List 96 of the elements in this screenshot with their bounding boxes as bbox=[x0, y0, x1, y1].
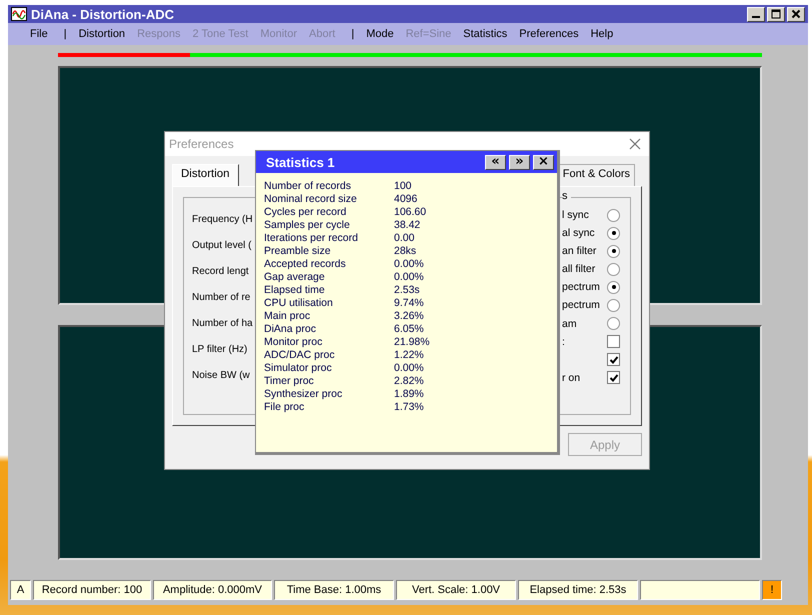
title-button[interactable]: » bbox=[509, 154, 530, 170]
stat-label: Monitor proc bbox=[264, 336, 324, 349]
title-button[interactable]: « bbox=[485, 154, 506, 170]
radio-button[interactable] bbox=[607, 244, 620, 258]
window-title: DiAna - Distortion-ADC bbox=[31, 6, 175, 22]
stat-value: 1.73% bbox=[394, 401, 424, 414]
radio-button[interactable] bbox=[607, 280, 620, 294]
minimize-button[interactable] bbox=[747, 6, 765, 22]
radio-button[interactable] bbox=[607, 317, 620, 330]
close-button[interactable] bbox=[787, 6, 805, 22]
stat-label: Elapsed time bbox=[264, 284, 326, 297]
menu-separator: | bbox=[64, 28, 67, 40]
waveform-icon bbox=[11, 7, 27, 21]
stat-label: Gap average bbox=[264, 271, 326, 284]
stat-value: 28ks bbox=[394, 245, 416, 258]
status-cell: Vert. Scale: 1.00V bbox=[396, 580, 516, 600]
stat-label: Nominal record size bbox=[264, 193, 358, 206]
menu-item[interactable]: Mode bbox=[366, 28, 394, 40]
checkbox[interactable] bbox=[607, 371, 620, 384]
stat-value: 100 bbox=[394, 180, 412, 193]
menu-item[interactable]: Statistics bbox=[463, 28, 508, 40]
stat-value: 0.00% bbox=[394, 271, 424, 284]
menu-item[interactable]: File bbox=[30, 28, 48, 40]
dialog-title: Preferences bbox=[169, 137, 234, 151]
stat-label: Accepted records bbox=[264, 258, 347, 271]
stat-label: Simulator proc bbox=[264, 362, 333, 375]
stat-label: Synthesizer proc bbox=[264, 388, 344, 401]
status-cell: Elapsed time: 2.53s bbox=[518, 580, 638, 600]
radio-button[interactable] bbox=[607, 298, 620, 312]
stat-label: Samples per cycle bbox=[264, 219, 351, 232]
window-title: Statistics 1 bbox=[266, 154, 335, 170]
status-cell: Record number: 100 bbox=[33, 580, 151, 600]
stat-label: DiAna proc bbox=[264, 323, 317, 336]
option-label: pectrum bbox=[562, 281, 600, 294]
stat-label: Preamble size bbox=[264, 245, 332, 258]
minimize-icon bbox=[752, 16, 760, 18]
checkbox[interactable] bbox=[607, 335, 620, 348]
menu-separator: | bbox=[351, 28, 354, 40]
option-label: pectrum bbox=[562, 299, 600, 312]
stat-value: 1.89% bbox=[394, 388, 424, 401]
stat-label: Number of records bbox=[264, 180, 352, 193]
stat-value: 2.53s bbox=[394, 284, 420, 297]
stat-label: CPU utilisation bbox=[264, 297, 334, 310]
field-label: Number of ha bbox=[192, 317, 253, 331]
option-label: am bbox=[562, 318, 577, 330]
stat-value: 9.74% bbox=[394, 297, 424, 310]
field-label: Frequency (H bbox=[192, 213, 253, 227]
stat-value: 38.42 bbox=[394, 219, 420, 232]
maximize-button[interactable] bbox=[767, 6, 785, 22]
close-icon bbox=[791, 9, 801, 19]
stat-value: 21.98% bbox=[394, 336, 430, 349]
radio-button[interactable] bbox=[607, 208, 620, 222]
option-label: all filter bbox=[562, 263, 596, 276]
stat-label: Timer proc bbox=[264, 375, 315, 388]
warning-indicator: ! bbox=[762, 580, 782, 600]
radio-button[interactable] bbox=[607, 262, 620, 276]
stat-value: 106.60 bbox=[394, 206, 426, 219]
stat-value: 0.00% bbox=[394, 362, 424, 375]
stat-value: 6.05% bbox=[394, 323, 424, 336]
checkmark-icon bbox=[608, 372, 618, 383]
stat-label: Cycles per record bbox=[264, 206, 348, 219]
status-cell: Time Base: 1.00ms bbox=[274, 580, 394, 600]
title-button[interactable]: × bbox=[533, 154, 554, 170]
field-label: LP filter (Hz) bbox=[192, 343, 248, 357]
option-label: : bbox=[562, 336, 565, 348]
field-label: Noise BW (w bbox=[192, 369, 250, 383]
status-cell: A bbox=[10, 580, 31, 600]
stat-label: ADC/DAC proc bbox=[264, 349, 336, 362]
menu-item[interactable]: Distortion bbox=[78, 28, 126, 40]
tab[interactable]: Distortion bbox=[172, 164, 239, 186]
stat-label: Main proc bbox=[264, 310, 312, 323]
option-label: an filter bbox=[562, 245, 596, 258]
stat-label: File proc bbox=[264, 401, 306, 414]
menu-item[interactable]: Preferences bbox=[519, 28, 579, 40]
stat-value: 3.26% bbox=[394, 310, 424, 323]
tab[interactable]: Font & Colors bbox=[558, 164, 635, 186]
radio-button[interactable] bbox=[607, 226, 620, 240]
stat-value: 0.00% bbox=[394, 258, 424, 271]
option-label: r on bbox=[562, 372, 580, 384]
checkmark-icon bbox=[608, 354, 618, 365]
stat-value: 4096 bbox=[394, 193, 418, 206]
maximize-icon bbox=[771, 9, 781, 19]
option-label: al sync bbox=[562, 227, 595, 240]
close-icon[interactable] bbox=[629, 138, 641, 150]
field-label: Output level ( bbox=[192, 239, 252, 253]
status-cell: Amplitude: 0.000mV bbox=[153, 580, 272, 600]
stat-label: Iterations per record bbox=[264, 232, 359, 245]
menu-item[interactable]: Help bbox=[590, 28, 614, 40]
field-label: Record lengt bbox=[192, 265, 249, 279]
option-label: l sync bbox=[562, 209, 589, 221]
group-title: s bbox=[562, 190, 570, 202]
checkbox[interactable] bbox=[607, 353, 620, 366]
field-label: Number of re bbox=[192, 291, 250, 305]
stat-value: 2.82% bbox=[394, 375, 424, 388]
stat-value: 1.22% bbox=[394, 349, 424, 362]
stat-value: 0.00 bbox=[394, 232, 414, 245]
